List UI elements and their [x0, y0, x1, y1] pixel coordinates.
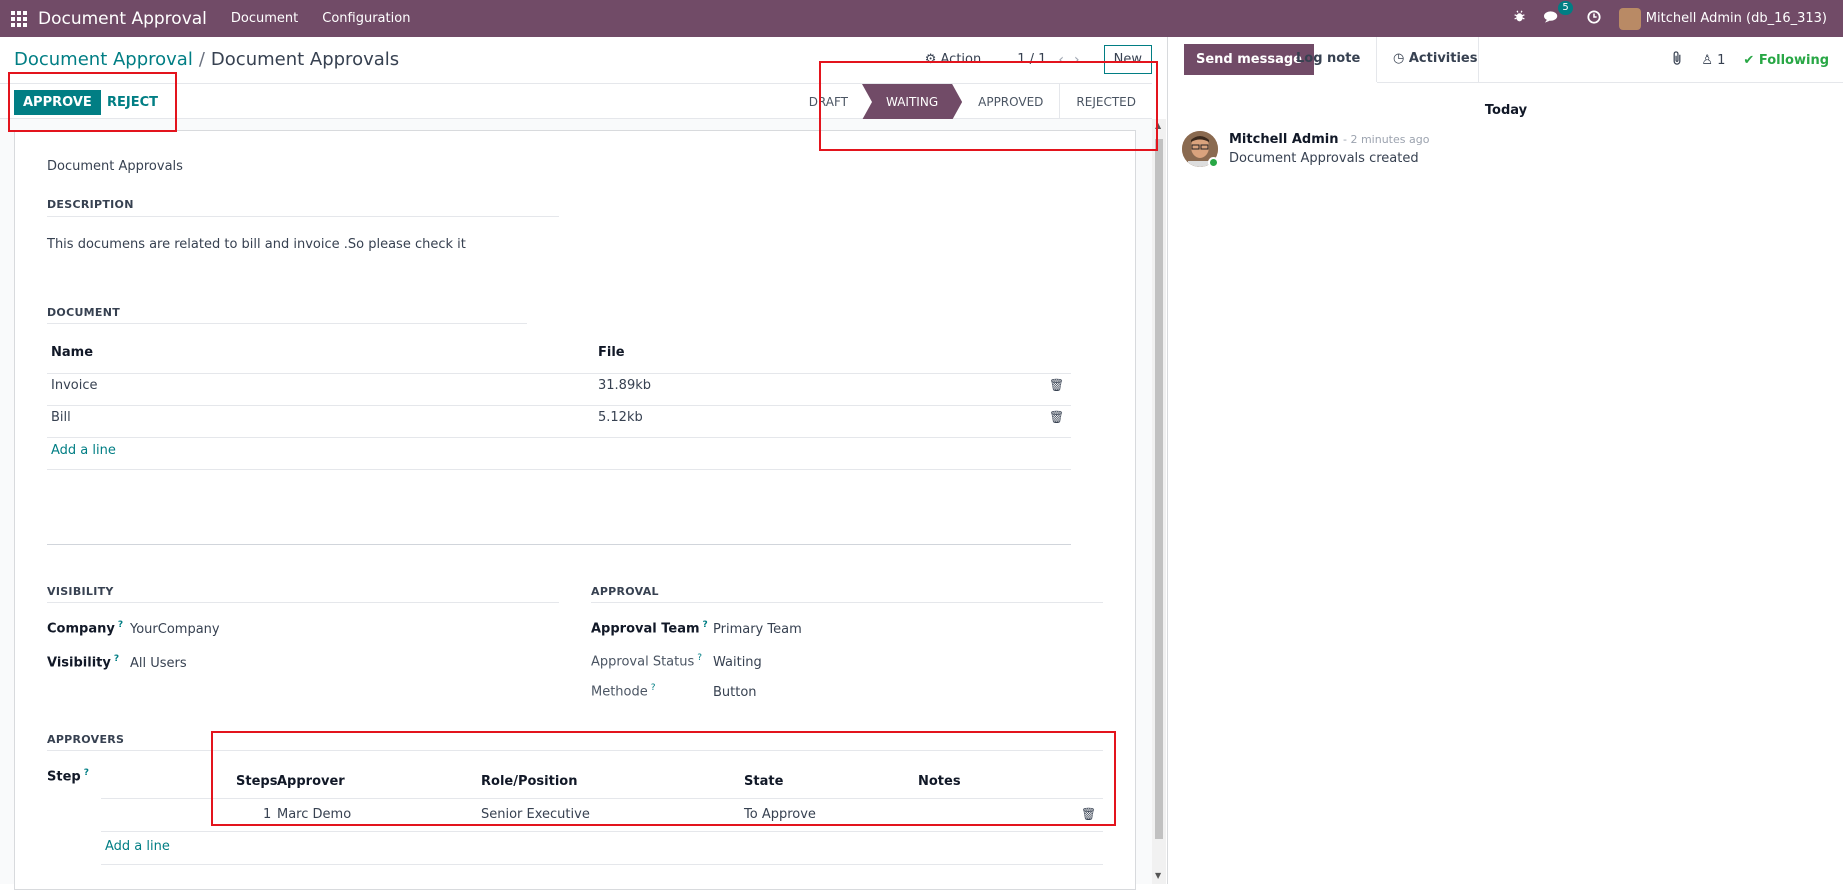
help-icon[interactable]: ?	[703, 620, 708, 630]
activities-button[interactable]: ◷ Activities	[1393, 51, 1477, 66]
message-author[interactable]: Mitchell Admin - 2 minutes ago	[1229, 132, 1429, 147]
divider	[1478, 37, 1479, 82]
company-field[interactable]: YourCompany	[130, 622, 220, 637]
app-name[interactable]: Document Approval	[38, 9, 207, 29]
following-button[interactable]: ✔ Following	[1743, 53, 1829, 68]
document-file-cell[interactable]: 5.12kb	[598, 410, 643, 425]
approval-team-label-text: Approval Team	[591, 621, 700, 637]
divider	[101, 864, 1103, 865]
approval-status-label: Approval Status?	[591, 653, 702, 669]
clock-icon: ◷	[1393, 51, 1405, 66]
log-note-button[interactable]: Log note	[1296, 51, 1360, 66]
help-icon[interactable]: ?	[651, 683, 656, 693]
highlight-box-approvers	[211, 731, 1116, 826]
visibility-label: Visibility?	[47, 654, 119, 670]
record-name[interactable]: Document Approvals	[47, 159, 183, 174]
methode-field[interactable]: Button	[713, 685, 757, 700]
paperclip-icon[interactable]	[1671, 51, 1683, 70]
add-approver-line-link[interactable]: Add a line	[105, 839, 170, 854]
menu-document[interactable]: Document	[231, 11, 298, 26]
user-icon: ♙	[1701, 53, 1713, 68]
scrollbar-thumb[interactable]	[1155, 139, 1163, 839]
highlight-box-stages	[819, 61, 1158, 151]
scrollbar[interactable]: ▲ ▼	[1152, 119, 1166, 884]
menu-configuration[interactable]: Configuration	[322, 11, 410, 26]
visibility-label-text: Visibility	[47, 655, 111, 671]
column-name[interactable]: Name	[51, 345, 93, 360]
trash-icon[interactable]: 🗑	[1049, 410, 1064, 424]
divider	[47, 437, 1071, 438]
online-status-icon	[1208, 157, 1219, 168]
divider	[47, 216, 559, 217]
top-navbar: Document Approval Document Configuration…	[0, 0, 1843, 37]
divider	[47, 323, 527, 324]
column-file[interactable]: File	[598, 345, 625, 360]
visibility-header: VISIBILITY	[47, 585, 114, 598]
description-field[interactable]: This documens are related to bill and in…	[47, 237, 466, 252]
approval-status-field: Waiting	[713, 655, 762, 670]
approval-status-label-text: Approval Status	[591, 654, 695, 670]
step-label: Step?	[47, 768, 89, 784]
divider	[1377, 82, 1843, 83]
clock-icon[interactable]	[1587, 9, 1601, 28]
divider	[1376, 37, 1377, 82]
company-label-text: Company	[47, 621, 115, 637]
scroll-down-icon[interactable]: ▼	[1155, 871, 1161, 880]
methode-label-text: Methode	[591, 684, 648, 700]
breadcrumb-current: Document Approvals	[210, 49, 400, 70]
followers-button[interactable]: ♙ 1	[1701, 53, 1725, 68]
divider	[101, 831, 1103, 832]
following-label: Following	[1758, 53, 1829, 68]
breadcrumb: Document Approval / Document Approvals	[14, 49, 399, 70]
step-label-text: Step	[47, 769, 81, 785]
help-icon[interactable]: ?	[118, 620, 123, 630]
help-icon[interactable]: ?	[697, 653, 702, 663]
add-line-link[interactable]: Add a line	[51, 443, 116, 458]
trash-icon[interactable]: 🗑	[1049, 378, 1064, 392]
methode-label: Methode?	[591, 683, 656, 699]
breadcrumb-separator: /	[198, 49, 205, 70]
messages-badge: 5	[1558, 0, 1573, 15]
chat-icon[interactable]: 5	[1543, 0, 1573, 28]
apps-grid-icon[interactable]	[11, 10, 27, 27]
help-icon[interactable]: ?	[114, 654, 119, 664]
approvers-header: APPROVERS	[47, 733, 125, 746]
approval-team-field[interactable]: Primary Team	[713, 622, 802, 637]
visibility-field[interactable]: All Users	[130, 656, 187, 671]
document-file-cell[interactable]: 31.89kb	[598, 378, 651, 393]
divider	[47, 602, 559, 603]
description-header: DESCRIPTION	[47, 198, 134, 211]
document-name-cell[interactable]: Bill	[51, 410, 71, 425]
message-author-name: Mitchell Admin	[1229, 132, 1339, 147]
date-separator: Today	[1484, 103, 1528, 118]
user-menu[interactable]: Mitchell Admin (db_16_313)	[1618, 7, 1827, 30]
send-message-button[interactable]: Send message	[1184, 44, 1314, 75]
document-header: DOCUMENT	[47, 306, 121, 319]
highlight-box-buttons	[8, 72, 177, 132]
approval-team-label: Approval Team?	[591, 620, 708, 636]
help-icon[interactable]: ?	[84, 768, 89, 778]
document-name-cell[interactable]: Invoice	[51, 378, 97, 393]
company-label: Company?	[47, 620, 123, 636]
user-name: Mitchell Admin (db_16_313)	[1645, 11, 1827, 26]
message-time: - 2 minutes ago	[1342, 133, 1430, 146]
divider	[47, 469, 1071, 470]
message-body: Document Approvals created	[1229, 151, 1419, 166]
followers-count: 1	[1717, 53, 1726, 68]
check-icon: ✔	[1743, 53, 1755, 68]
divider	[47, 405, 1071, 406]
chatter-panel: Send message Log note ◷ Activities ♙ 1 ✔…	[1167, 37, 1843, 884]
bug-icon[interactable]	[1513, 10, 1526, 27]
activities-label: Activities	[1408, 51, 1478, 66]
divider	[591, 602, 1103, 603]
divider	[47, 373, 1071, 374]
breadcrumb-parent[interactable]: Document Approval	[14, 49, 193, 70]
divider	[47, 544, 1071, 545]
approval-header: APPROVAL	[591, 585, 659, 598]
avatar	[1618, 7, 1641, 30]
